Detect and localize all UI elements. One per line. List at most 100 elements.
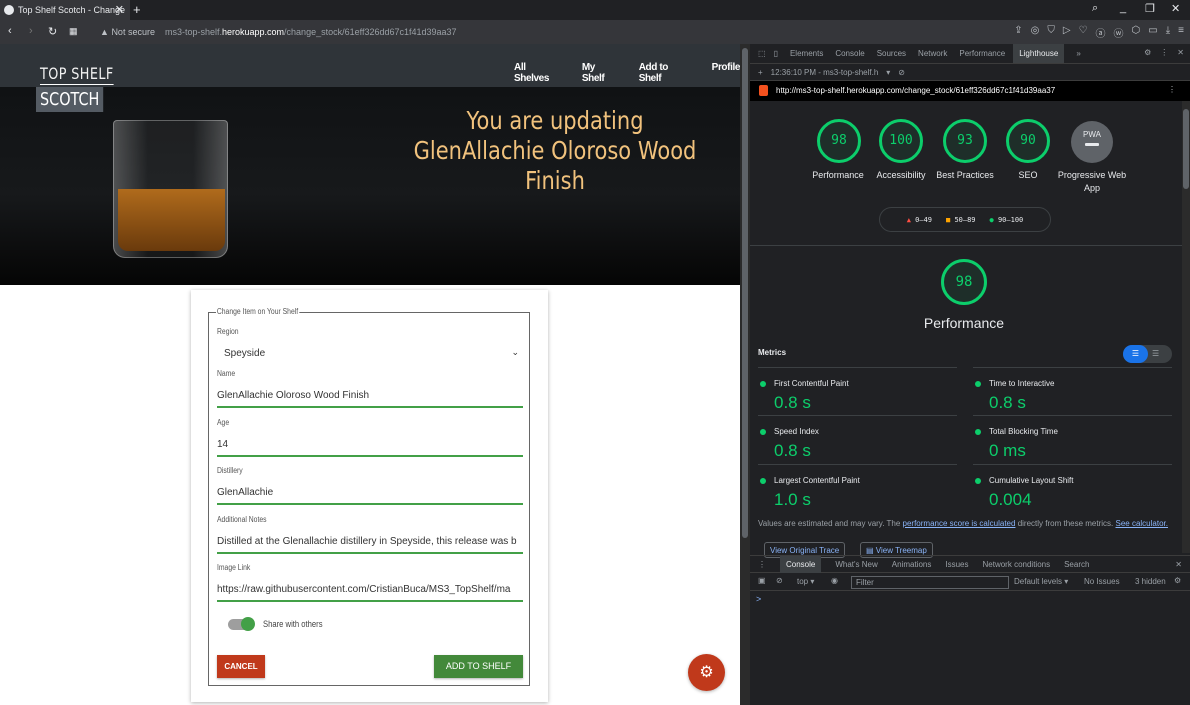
eye-icon[interactable]: ◉	[831, 576, 838, 585]
url-path: /change_stock/61eff326dd67c1f41d39aa37	[284, 27, 457, 37]
score-gauge-performance[interactable]: 98	[817, 119, 861, 163]
nav-all-shelves[interactable]: All Shelves	[514, 62, 563, 84]
drawer-tab-whats-new[interactable]: What's New	[835, 560, 877, 569]
drawer-menu-icon[interactable]: ⋮	[758, 560, 766, 569]
page-scrollbar[interactable]	[740, 44, 750, 705]
tab-sources[interactable]: Sources	[877, 49, 906, 58]
distillery-input[interactable]: GlenAllachie	[217, 480, 523, 505]
whisky-liquid	[118, 189, 225, 251]
menu-icon[interactable]: ≡	[1178, 25, 1184, 40]
devtools-tabs: ⬚ ▯ Elements Console Sources Network Per…	[750, 44, 1190, 64]
sidebar-toggle-icon[interactable]: ▣	[758, 576, 766, 585]
restore-icon[interactable]: ❐	[1145, 2, 1155, 15]
url-field[interactable]: ▲ Not secure ms3-top-shelf.herokuapp.com…	[100, 27, 457, 37]
window-close-icon[interactable]: ✕	[1171, 2, 1180, 15]
device-toolbar-icon[interactable]: ▯	[774, 49, 778, 58]
pass-circle-icon: ●	[989, 215, 994, 224]
devtools-close-icon[interactable]: ✕	[1177, 48, 1184, 57]
reload-icon[interactable]: ↻	[48, 25, 57, 38]
search-tabs-icon[interactable]: ⌕	[1092, 2, 1098, 15]
drawer-close-icon[interactable]: ✕	[1175, 560, 1182, 569]
report-menu-icon[interactable]: ⋮	[1168, 85, 1176, 94]
region-select[interactable]: Speyside ⌄	[217, 340, 523, 367]
score-calculated-link[interactable]: performance score is calculated	[903, 519, 1016, 528]
score-gauge-seo[interactable]: 90	[1006, 119, 1050, 163]
context-selector[interactable]: top ▾	[797, 577, 814, 586]
logo-top-shelf[interactable]: TOP SHELF	[40, 64, 114, 85]
nav-add-to-shelf[interactable]: Add to Shelf	[639, 62, 693, 84]
nav-profile[interactable]: Profile	[712, 62, 740, 84]
metric-value: 0.8 s	[989, 393, 1026, 412]
report-selector[interactable]: 12:36:10 PM - ms3-top-shelf.h	[771, 68, 879, 77]
camera-icon[interactable]: ◎	[1031, 25, 1040, 40]
cancel-button[interactable]: CANCEL	[217, 655, 265, 678]
share-icon[interactable]: ⇪	[1014, 25, 1022, 40]
image-link-input[interactable]: https://raw.githubusercontent.com/Cristi…	[217, 577, 523, 602]
settings-gear-icon[interactable]: ⚙	[1144, 48, 1151, 57]
report-url[interactable]: http://ms3-top-shelf.herokuapp.com/chang…	[776, 86, 1055, 95]
heart-icon[interactable]: ♡	[1079, 25, 1088, 40]
logo-scotch[interactable]: SCOTCH	[36, 87, 104, 112]
extension-a-icon[interactable]: ⓐ	[1096, 25, 1106, 40]
inspect-icon[interactable]: ⬚	[758, 49, 766, 58]
drawer-tab-issues[interactable]: Issues	[945, 560, 968, 569]
add-to-shelf-button[interactable]: ADD TO SHELF	[434, 655, 523, 678]
see-calculator-link[interactable]: See calculator.	[1116, 519, 1168, 528]
back-icon[interactable]: ‹	[8, 25, 12, 37]
name-input[interactable]: GlenAllachie Oloroso Wood Finish	[217, 383, 523, 408]
score-gauge-best-practices[interactable]: 93	[943, 119, 987, 163]
drawer-tab-network-conditions[interactable]: Network conditions	[983, 560, 1051, 569]
console-prompt[interactable]: >	[756, 594, 761, 604]
apps-icon[interactable]: ▦	[69, 26, 78, 37]
tab-network[interactable]: Network	[918, 49, 947, 58]
nav-my-shelf[interactable]: My Shelf	[582, 62, 620, 84]
age-input[interactable]: 14	[217, 432, 523, 457]
pass-dot-icon	[975, 429, 981, 435]
tab-console[interactable]: Console	[835, 49, 864, 58]
drawer-tab-console[interactable]: Console	[780, 555, 822, 573]
performance-main-gauge: 98	[941, 259, 987, 305]
log-levels-dropdown[interactable]: Default levels ▾	[1014, 577, 1068, 586]
tab-lighthouse[interactable]: Lighthouse	[1013, 44, 1065, 63]
extension-w-icon[interactable]: ⓦ	[1114, 25, 1124, 40]
cube-icon[interactable]: ⬡	[1132, 25, 1141, 40]
pwa-badge[interactable]: PWA	[1071, 121, 1113, 163]
download-icon[interactable]: ⤓	[1166, 25, 1170, 40]
metric-item: Speed Index 0.8 s	[758, 415, 957, 463]
kebab-menu-icon[interactable]: ⋮	[1160, 48, 1168, 57]
new-tab-icon[interactable]: +	[133, 2, 141, 17]
shield-icon[interactable]: ⛉	[1047, 25, 1055, 40]
tab-elements[interactable]: Elements	[790, 49, 823, 58]
notes-input[interactable]: Distilled at the Glenallachie distillery…	[217, 529, 523, 554]
metrics-view-toggle[interactable]: ☰ ☰	[1123, 345, 1172, 363]
score-gauge-accessibility[interactable]: 100	[879, 119, 923, 163]
clear-console-icon[interactable]: ⊘	[776, 576, 783, 585]
expanded-view-icon[interactable]: ☰	[1152, 345, 1159, 363]
console-filter-input[interactable]: Filter	[851, 576, 1009, 589]
metric-name: Cumulative Layout Shift	[989, 476, 1074, 485]
fail-triangle-icon: ▲	[906, 215, 911, 224]
more-tabs-icon[interactable]: »	[1076, 49, 1080, 58]
report-scrollbar-thumb[interactable]	[1183, 109, 1189, 189]
browser-tab-strip: Top Shelf Scotch - Change ✕ + ⌕ _ ❐ ✕	[0, 0, 1190, 20]
drawer-tabs: ⋮ Console What's New Animations Issues N…	[750, 555, 1190, 573]
sidebar-icon[interactable]: ▭	[1148, 25, 1157, 40]
compact-view-icon[interactable]: ☰	[1123, 345, 1148, 363]
dropdown-icon[interactable]: ▾	[886, 68, 890, 77]
tab-performance[interactable]: Performance	[959, 49, 1005, 58]
share-toggle[interactable]	[228, 617, 255, 631]
issues-button[interactable]: No Issues	[1084, 577, 1120, 586]
clear-icon[interactable]: ⊘	[898, 68, 905, 77]
drawer-tab-animations[interactable]: Animations	[892, 560, 932, 569]
tab-close-icon[interactable]: ✕	[115, 3, 124, 16]
browser-tab[interactable]: Top Shelf Scotch - Change ✕	[0, 0, 130, 20]
user-settings-fab[interactable]: ⚙	[688, 654, 725, 691]
send-icon[interactable]: ▷	[1063, 25, 1071, 40]
new-report-icon[interactable]: +	[758, 68, 763, 77]
report-scrollbar[interactable]	[1182, 101, 1190, 553]
scrollbar-thumb[interactable]	[742, 48, 748, 538]
minimize-icon[interactable]: _	[1120, 2, 1126, 14]
console-settings-icon[interactable]: ⚙	[1174, 576, 1181, 585]
forward-icon[interactable]: ›	[29, 25, 33, 37]
drawer-tab-search[interactable]: Search	[1064, 560, 1089, 569]
